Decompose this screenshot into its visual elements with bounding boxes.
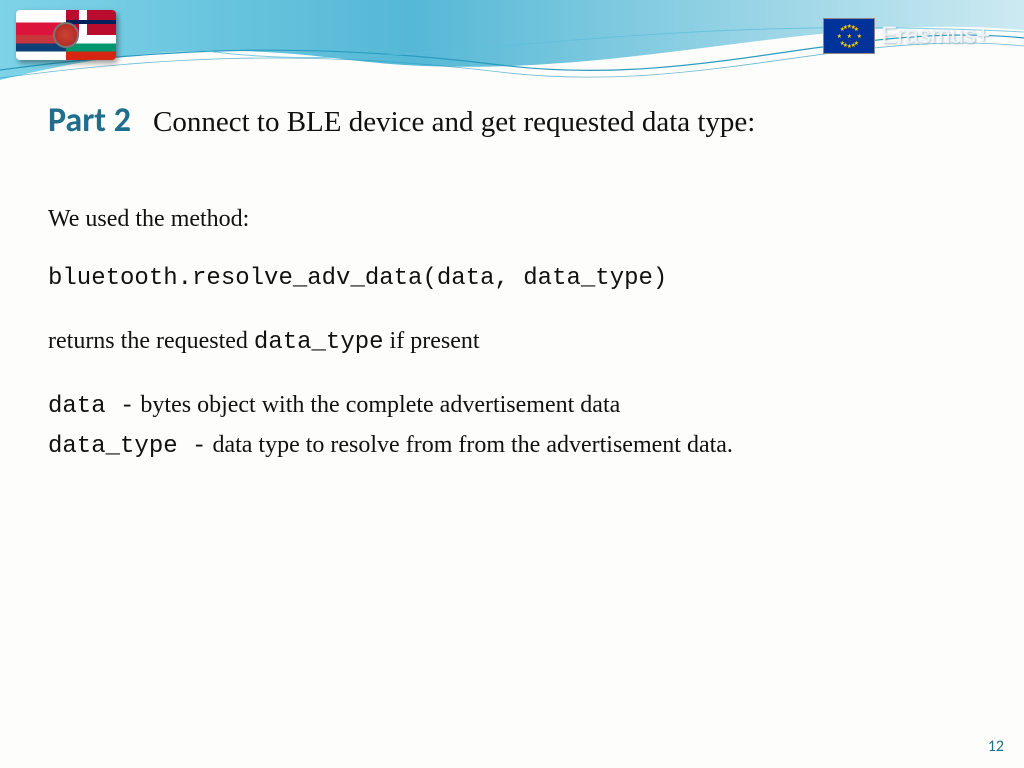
slide-content: Part 2 Connect to BLE device and get req… [48, 100, 976, 479]
badge-center-emblem [53, 22, 79, 48]
returns-suffix: if present [384, 328, 480, 354]
slide-body: We used the method: bluetooth.resolve_ad… [48, 201, 976, 465]
slide-title: Connect to BLE device and get requested … [153, 106, 755, 139]
param1-line: data - bytes object with the complete ad… [48, 387, 976, 425]
intro-text: We used the method: [48, 201, 976, 237]
erasmus-logo: Erasmus+ [823, 18, 990, 54]
returns-code: data_type [254, 329, 384, 356]
partner-flags-badge [16, 10, 116, 60]
param2-code: data_type - [48, 433, 206, 460]
param1-desc: bytes object with the complete advertise… [134, 392, 620, 418]
returns-prefix: returns the requested [48, 328, 254, 354]
param2-desc: data type to resolve from from the adver… [206, 432, 732, 458]
program-name: Erasmus+ [881, 22, 990, 50]
page-number: 12 [988, 737, 1004, 756]
part-label: Part 2 [48, 100, 131, 141]
returns-line: returns the requested data_type if prese… [48, 323, 976, 361]
eu-flag-icon [823, 18, 875, 54]
method-signature: bluetooth.resolve_adv_data(data, data_ty… [48, 265, 667, 292]
param1-code: data - [48, 393, 134, 420]
title-row: Part 2 Connect to BLE device and get req… [48, 100, 976, 141]
param2-line: data_type - data type to resolve from fr… [48, 427, 976, 465]
